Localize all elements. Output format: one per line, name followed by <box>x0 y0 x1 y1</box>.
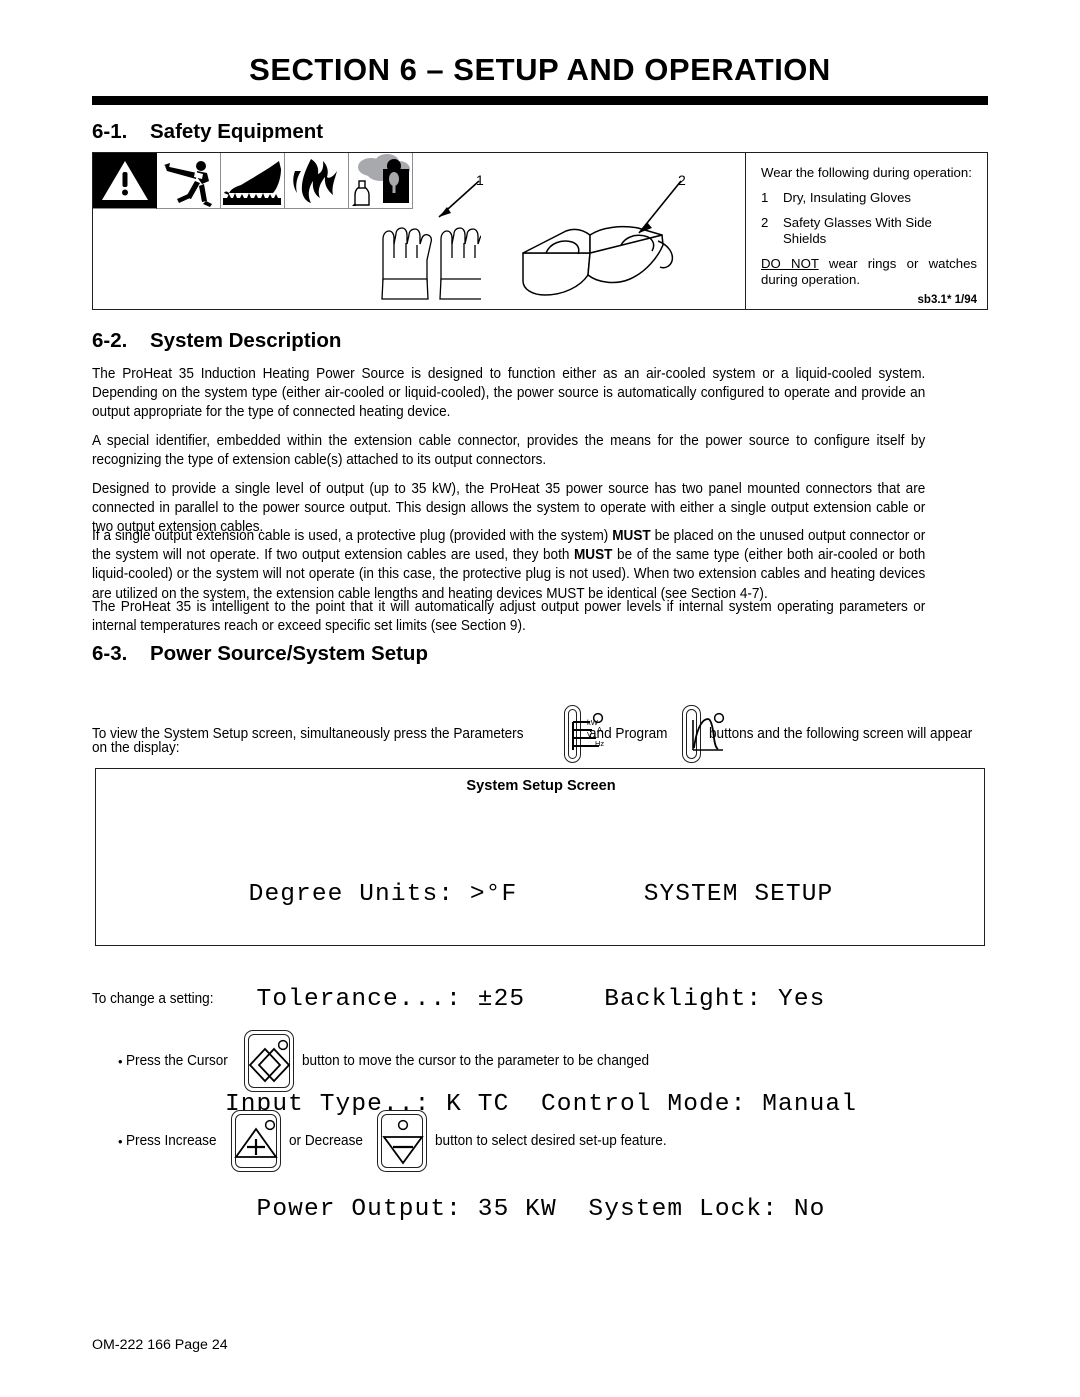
cursor-instruction-part-2: button to move the cursor to the paramet… <box>301 1053 649 1069</box>
safety-box-divider <box>745 153 746 309</box>
safety-doc-code: sb3.1* 1/94 <box>917 294 977 306</box>
safety-item-1: 1 Dry, Insulating Gloves <box>761 190 977 206</box>
heading-6-3-number: 6-3. <box>92 642 128 665</box>
must-emphasis-2: MUST <box>573 547 613 564</box>
safety-intro: Wear the following during operation: <box>761 165 972 180</box>
page-title: SECTION 6 – SETUP AND OPERATION <box>249 52 831 87</box>
increase-instruction-part-1: Press Increase <box>126 1133 217 1149</box>
must-emphasis-1: MUST <box>612 528 651 544</box>
setup-intro-line: To view the System Setup screen, simulta… <box>92 705 992 763</box>
callout-leader-1 <box>438 180 480 218</box>
bullet-marker-2: • <box>118 1133 123 1149</box>
safety-item-2-number: 2 <box>761 215 769 230</box>
paragraph-4: If a single output extension cable is us… <box>92 527 925 604</box>
heading-6-1: 6-1. Safety Equipment <box>92 120 323 144</box>
do-not-emphasis: DO NOT <box>761 256 819 271</box>
screen-line-2: Tolerance...: ±25 Backlight: Yes <box>256 986 826 1013</box>
callout-leader-2 <box>638 180 682 234</box>
decrease-icon <box>382 1119 424 1165</box>
increase-icon <box>234 1119 279 1158</box>
heading-6-2: 6-2. System Description <box>92 329 341 353</box>
callout-number-2: 2 <box>678 172 686 188</box>
paragraph-2: A special identifier, embedded within th… <box>92 433 926 469</box>
system-setup-screen-box: System Setup Screen Degree Units: >°F SY… <box>95 768 985 1223</box>
safety-equipment-box: 1 2 Wear the following during operation:… <box>92 152 988 310</box>
setup-intro-part-3: buttons and the following screen will ap… <box>708 725 973 742</box>
bullet-marker-1: • <box>118 1053 123 1069</box>
heading-6-3-title: Power Source/System Setup <box>150 642 428 665</box>
warning-triangle-icon <box>93 153 157 209</box>
paragraph-1: The ProHeat 35 Induction Heating Power S… <box>92 366 926 421</box>
safety-warning: DO NOT wear rings or watches during oper… <box>761 256 977 288</box>
safety-item-1-label: Dry, Insulating Gloves <box>783 190 912 205</box>
heading-6-1-number: 6-1. <box>92 120 128 143</box>
safety-icon-strip <box>93 153 413 209</box>
electric-shock-icon <box>157 153 221 209</box>
callout-number-1: 1 <box>476 172 484 188</box>
change-setting-lead: To change a setting: <box>92 991 214 1007</box>
safety-item-2-label: Safety Glasses With Side Shields <box>783 215 932 246</box>
fumes-gas-icon <box>349 153 413 209</box>
decrease-button[interactable] <box>376 1110 427 1172</box>
setup-intro-part-2: and Program <box>589 725 668 742</box>
page-footer: OM-222 166 Page 24 <box>92 1337 228 1353</box>
paragraph-4-part-a: If a single output extension cable is us… <box>92 528 613 544</box>
screen-caption: System Setup Screen <box>466 778 616 794</box>
decrease-instruction-part-1: or Decrease <box>289 1133 364 1149</box>
hot-surface-hand-icon <box>221 153 285 209</box>
safety-item-2: 2 Safety Glasses With Side Shields <box>761 215 977 247</box>
heading-6-1-title: Safety Equipment <box>150 120 324 143</box>
cursor-instruction-part-1: Press the Cursor <box>126 1053 228 1069</box>
safety-item-1-number: 1 <box>761 190 769 205</box>
cursor-icon <box>248 1039 290 1083</box>
safety-instructions: Wear the following during operation: 1 D… <box>761 165 977 308</box>
program-button[interactable] <box>681 705 725 763</box>
change-setting-bullet-1: • Press the Cursor button to move the cu… <box>92 1030 675 1092</box>
setup-intro-part-4: on the display: <box>92 740 180 756</box>
fire-icon <box>285 153 349 209</box>
header-rule <box>92 96 988 105</box>
screen-line-4: Power Output: 35 KW System Lock: No <box>256 1196 826 1223</box>
paragraph-5: The ProHeat 35 is intelligent to the poi… <box>92 599 926 635</box>
gloves-illustration <box>371 211 491 312</box>
screen-line-1: Degree Units: >°F SYSTEM SETUP <box>248 881 834 908</box>
increase-button[interactable] <box>231 1110 282 1172</box>
manual-page: SECTION 6 – SETUP AND OPERATION 6-1. Safe… <box>0 0 1080 1397</box>
decrease-instruction-part-2: button to select desired set-up feature. <box>434 1133 667 1149</box>
heading-6-2-number: 6-2. <box>92 329 128 352</box>
heading-6-2-title: System Description <box>150 329 342 352</box>
cursor-button[interactable] <box>243 1030 294 1092</box>
heading-6-3: 6-3. Power Source/System Setup <box>92 642 428 666</box>
change-setting-bullet-2: • Press Increase or Decrease button to s… <box>92 1110 684 1172</box>
parameters-button[interactable]: kW A V Hz <box>563 705 604 763</box>
